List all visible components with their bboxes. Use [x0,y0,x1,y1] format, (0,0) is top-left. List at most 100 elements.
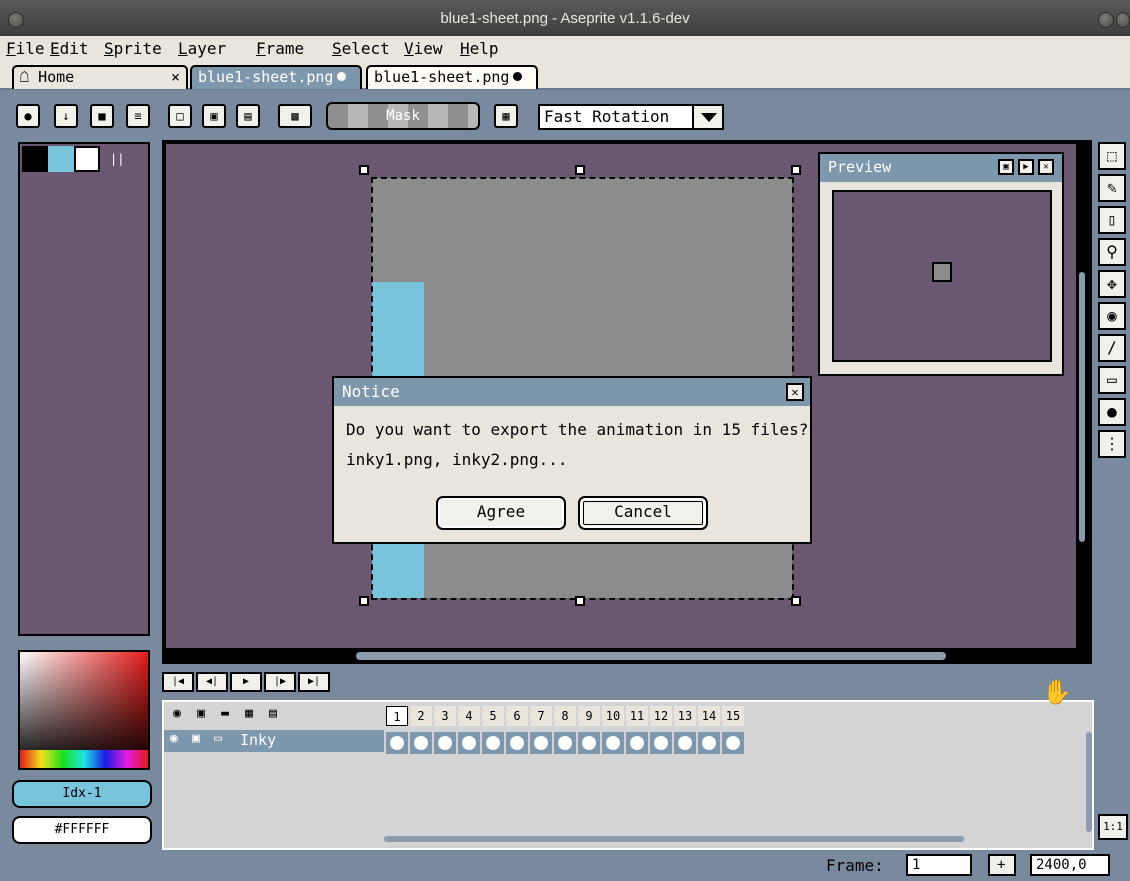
frame-header[interactable]: 5 [482,706,504,726]
cel[interactable] [458,732,480,754]
cel[interactable] [554,732,576,754]
frame-header[interactable]: 7 [530,706,552,726]
menu-edit[interactable]: Edit [50,39,89,58]
frame-header[interactable]: 10 [602,706,624,726]
frame-header[interactable]: 3 [434,706,456,726]
frame-header[interactable]: 12 [650,706,672,726]
frame-header[interactable]: 11 [626,706,648,726]
preview-mode-icon[interactable]: ▣ [998,159,1014,175]
play-icon[interactable]: ▶ [230,672,262,692]
tab-blue1-sheet-active[interactable]: blue1-sheet.png [190,65,362,89]
play-icon[interactable]: ▶ [1018,159,1034,175]
frame-number-input[interactable]: 1 [906,854,972,876]
cel[interactable] [626,732,648,754]
cel[interactable] [506,732,528,754]
timeline-grid[interactable]: ◉ ▣ ▬ ▦ ▤ 1 2 3 4 5 6 7 8 9 10 11 12 13 … [162,700,1094,850]
zoom-ratio-button[interactable]: 1:1 [1098,814,1128,840]
zoom-tool-icon[interactable]: ⚲ [1098,238,1126,266]
cel[interactable] [722,732,744,754]
lock-icon[interactable]: ▣ [192,731,200,746]
add-frame-button[interactable]: + [988,854,1016,876]
transform-handle[interactable] [359,596,369,606]
cel[interactable] [482,732,504,754]
cancel-button[interactable]: Cancel [578,496,708,530]
color-spectrum[interactable] [18,650,150,770]
pivot-icon[interactable]: ▩ [278,104,312,128]
palette-swatch-white[interactable] [74,146,100,172]
timeline-horizontal-scrollbar[interactable] [384,836,964,842]
palette-swatch-blue[interactable] [48,146,74,172]
foreground-color-index[interactable]: Idx-1 [12,780,152,808]
frame-header[interactable]: 13 [674,706,696,726]
palette-swatch-black[interactable] [22,146,48,172]
continuous-icon[interactable]: ▬ [214,706,236,726]
maximize-button[interactable] [1116,12,1130,28]
frame-header[interactable]: 1 [386,706,408,726]
chevron-down-icon[interactable] [692,104,724,130]
cel[interactable] [530,732,552,754]
close-icon[interactable]: × [171,68,180,86]
previous-frame-icon[interactable]: ◀| [196,672,228,692]
layers-icon[interactable]: ▦ [238,706,260,726]
minimize-button[interactable] [1098,12,1114,28]
next-frame-icon[interactable]: |▶ [264,672,296,692]
fill-square-icon[interactable]: ■ [90,104,114,128]
close-icon[interactable]: ✕ [1038,159,1054,175]
tab-blue1-sheet[interactable]: blue1-sheet.png [366,65,538,89]
transform-handle[interactable] [575,596,585,606]
transform-handle[interactable] [791,165,801,175]
background-color-hex[interactable]: #FFFFFF [12,816,152,844]
transform-handle[interactable] [575,165,585,175]
cel[interactable] [650,732,672,754]
menu-sprite[interactable]: Sprite [104,39,162,58]
tab-home[interactable]: ☖ Home × [12,65,188,89]
continuous-icon[interactable]: ▭ [214,731,222,746]
frame-header[interactable]: 14 [698,706,720,726]
selection-add-icon[interactable]: ▣ [202,104,226,128]
transform-handle[interactable] [791,596,801,606]
frame-header[interactable]: 15 [722,706,744,726]
ink-drop-icon[interactable]: ● [16,104,40,128]
layer-name[interactable]: Inky [240,731,276,749]
arrow-down-icon[interactable]: ↓ [54,104,78,128]
menu-frame[interactable]: Frame [256,39,304,58]
cel[interactable] [602,732,624,754]
selection-replace-icon[interactable]: □ [168,104,192,128]
first-frame-icon[interactable]: |◀ [162,672,194,692]
cel[interactable] [434,732,456,754]
editor-horizontal-scrollbar[interactable] [356,652,946,660]
close-icon[interactable]: ✕ [786,383,804,401]
cel[interactable] [410,732,432,754]
menu-help[interactable]: Help [460,39,499,58]
menu-file[interactable]: File [6,39,45,58]
last-frame-icon[interactable]: ▶| [298,672,330,692]
dialog-titlebar[interactable]: Notice [334,378,810,406]
mask-button[interactable]: Mask [326,102,480,130]
pencil-tool-icon[interactable]: ✎ [1098,174,1126,202]
rotation-algorithm-select[interactable]: Fast Rotation [538,104,724,130]
eye-icon[interactable]: ◉ [170,731,178,746]
menu-view[interactable]: View [404,39,443,58]
onion-skin-icon[interactable]: ▤ [262,706,284,726]
frame-header[interactable]: 4 [458,706,480,726]
paint-bucket-tool-icon[interactable]: ◉ [1098,302,1126,330]
grid-options-icon[interactable]: ▦ [494,104,518,128]
transform-handle[interactable] [359,165,369,175]
cel[interactable] [386,732,408,754]
agree-button[interactable]: Agree [436,496,566,530]
cel[interactable] [578,732,600,754]
marquee-tool-icon[interactable]: ⬚ [1098,142,1126,170]
frame-header[interactable]: 6 [506,706,528,726]
eye-icon[interactable]: ◉ [166,706,188,726]
rectangle-tool-icon[interactable]: ▭ [1098,366,1126,394]
frame-header[interactable]: 9 [578,706,600,726]
menu-lines-icon[interactable]: ≡ [126,104,150,128]
layer-row[interactable]: ◉ ▣ ▭ Inky [164,730,384,752]
timeline-vertical-scrollbar[interactable] [1086,732,1092,832]
lock-icon[interactable]: ▣ [190,706,212,726]
selection-subtract-icon[interactable]: ▤ [236,104,260,128]
cel[interactable] [698,732,720,754]
frame-header[interactable]: 8 [554,706,576,726]
hue-bar[interactable] [20,750,148,768]
palette-resize-handle-icon[interactable]: || [110,152,124,166]
